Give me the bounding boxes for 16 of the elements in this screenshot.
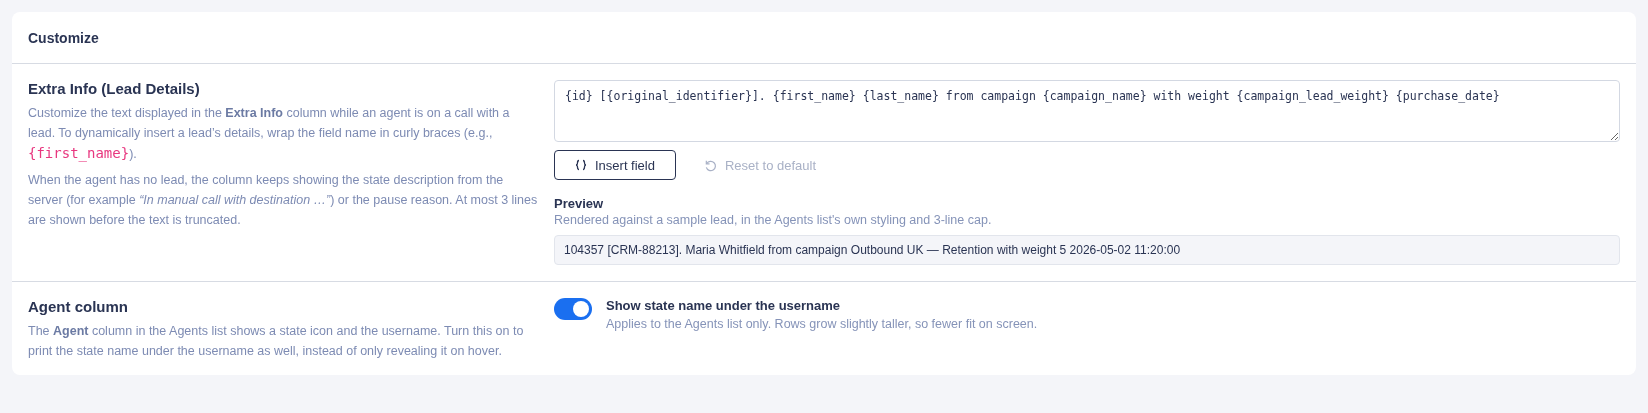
section-title: Agent column bbox=[28, 298, 129, 315]
toggle-hint: Applies to the Agents list only. Rows grow slightly taller, so fewer fit on screen. bbox=[606, 317, 1038, 331]
preview-subtitle: Rendered against a sample lead, in the Agents list's own styling and 3-line cap. bbox=[554, 213, 993, 227]
toggle-switch[interactable] bbox=[554, 298, 592, 320]
insert-field-button[interactable]: Insert field bbox=[554, 150, 676, 180]
preview-text: 104357 [CRM-88213]. Maria Whitfield from campaign Outbound UK — Retention with weight 5 2026-05-02 11:20:00 bbox=[554, 235, 1620, 265]
preview-title: Preview bbox=[554, 196, 605, 211]
card-title: Customize bbox=[28, 29, 99, 46]
description: When the agent has no lead, the column keeps showing the state description from the server (for example “In manual call with destination …”) or the pause reason. At most 3 lines are shown before the text is truncated. bbox=[28, 172, 538, 229]
undo-icon bbox=[704, 158, 717, 172]
description: Customize the text displayed in the Extra Info column while an agent is on a call with a lead. To dynamically insert a lead’s details, wrap the field name in curly braces (e.g., {first_name}). bbox=[28, 105, 511, 164]
template-field[interactable]: {id} [{original_identifier}]. {first_name} {last_name} from campaign {campaign_name} with weight {campaign_lead_weight} {purchase_date} bbox=[554, 80, 1620, 142]
braces-icon bbox=[575, 159, 587, 171]
toggle-label: Show state name under the username bbox=[606, 298, 842, 313]
description: The Agent column in the Agents list shows a state icon and the username. Turn this on to print the state name under the username as well, instead of only revealing it on hover. bbox=[28, 323, 525, 360]
section-title: Extra Info (Lead Details) bbox=[28, 80, 201, 97]
